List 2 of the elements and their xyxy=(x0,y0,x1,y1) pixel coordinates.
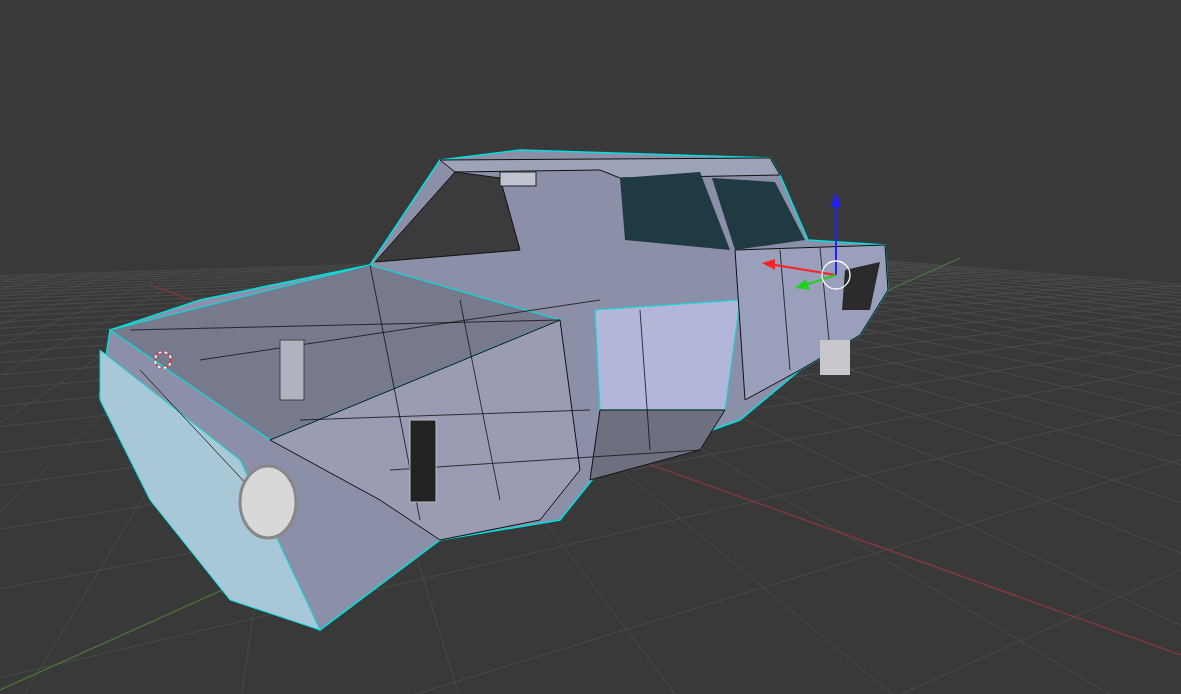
transform-gizmo-drawing[interactable] xyxy=(762,192,851,290)
3d-cursor-icon xyxy=(154,351,172,369)
